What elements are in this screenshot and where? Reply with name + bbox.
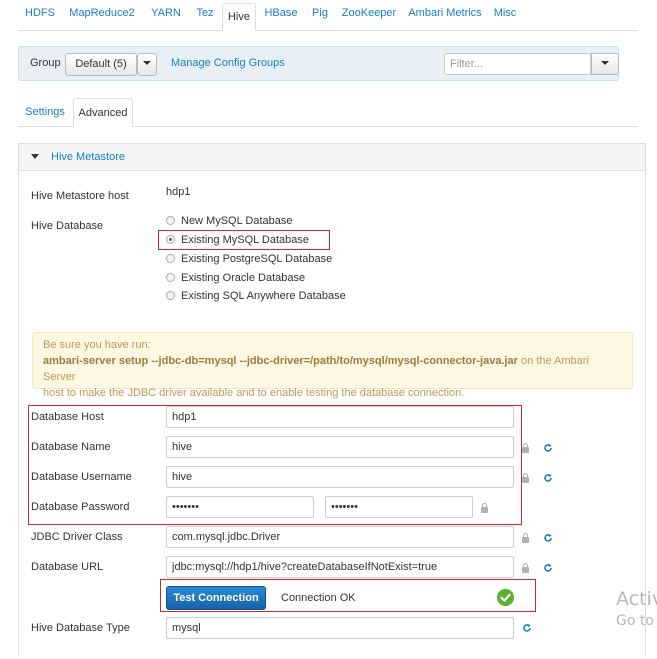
watermark-line1: Activ — [616, 588, 657, 610]
alert-line1: Be sure you have run: — [43, 339, 151, 351]
refresh-icon[interactable] — [543, 563, 553, 573]
alert-line3: host to make the JDBC driver available a… — [43, 387, 465, 399]
db-url-label: Database URL — [31, 561, 104, 573]
panel-header[interactable]: Hive Metastore — [19, 144, 645, 171]
db-username-input[interactable]: hive — [166, 466, 514, 488]
radio-button-icon — [166, 254, 175, 263]
manage-config-groups-link[interactable]: Manage Config Groups — [171, 57, 285, 69]
collapse-triangle-icon — [31, 154, 39, 159]
radio-label: Existing Oracle Database — [181, 272, 306, 284]
panel-title: Hive Metastore — [51, 151, 125, 163]
connection-status-text: Connection OK — [281, 592, 356, 604]
lock-icon — [481, 503, 488, 513]
jdbc-setup-alert: Be sure you have run: ambari-server setu… — [32, 332, 633, 399]
watermark-line2: Go to — [616, 613, 654, 629]
group-dropdown-toggle[interactable] — [137, 53, 157, 76]
caret-down-icon — [601, 61, 609, 66]
radio-label: New MySQL Database — [181, 215, 293, 227]
refresh-icon[interactable] — [543, 443, 553, 453]
db-password-label: Database Password — [31, 501, 130, 513]
db-name-label: Database Name — [31, 441, 111, 453]
check-circle-icon — [497, 589, 514, 606]
filter-input[interactable]: Filter... — [444, 53, 591, 75]
refresh-icon[interactable] — [543, 473, 553, 483]
tab-ambari-metrics[interactable]: Ambari Metrics — [406, 0, 484, 28]
radio-existing-postgresql[interactable]: Existing PostgreSQL Database — [166, 253, 332, 269]
jdbc-driver-label: JDBC Driver Class — [31, 531, 123, 543]
db-type-input[interactable]: mysql — [166, 617, 514, 639]
caret-down-icon — [143, 61, 151, 66]
radio-label: Existing SQL Anywhere Database — [181, 290, 346, 302]
tab-hdfs[interactable]: HDFS — [20, 0, 60, 28]
tab-zookeeper[interactable]: ZooKeeper — [339, 0, 399, 28]
tab-mapreduce2[interactable]: MapReduce2 — [66, 0, 138, 28]
radio-button-icon — [166, 216, 175, 225]
group-label: Group — [30, 57, 61, 69]
radio-button-selected-icon — [166, 235, 175, 244]
tab-hbase[interactable]: HBase — [261, 0, 301, 28]
tab-pig[interactable]: Pig — [307, 0, 333, 28]
radio-existing-oracle[interactable]: Existing Oracle Database — [166, 272, 305, 288]
db-url-input[interactable]: jdbc:mysql://hdp1/hive?createDatabaseIfN… — [166, 556, 514, 578]
db-host-input[interactable]: hdp1 — [166, 406, 514, 428]
db-password-confirm-input[interactable]: ••••••• — [325, 496, 473, 518]
tab-hive[interactable]: Hive — [222, 3, 256, 31]
db-host-label: Database Host — [31, 411, 104, 423]
jdbc-driver-input[interactable]: com.mysql.jdbc.Driver — [166, 526, 514, 548]
radio-button-icon — [166, 291, 175, 300]
radio-existing-sql-anywhere[interactable]: Existing SQL Anywhere Database — [166, 290, 346, 306]
lock-icon — [522, 443, 529, 453]
radio-existing-mysql[interactable]: Existing MySQL Database — [166, 234, 309, 250]
radio-button-icon — [166, 273, 175, 282]
db-password-input[interactable]: ••••••• — [166, 496, 314, 518]
db-name-input[interactable]: hive — [166, 436, 514, 458]
tab-yarn[interactable]: YARN — [146, 0, 186, 28]
tab-advanced[interactable]: Advanced — [73, 98, 133, 127]
alert-line2: ambari-server setup --jdbc-db=mysql --jd… — [43, 353, 622, 385]
filter-dropdown-toggle[interactable] — [591, 53, 619, 75]
alert-command: ambari-server setup --jdbc-db=mysql --jd… — [43, 355, 518, 367]
metastore-host-value: hdp1 — [166, 186, 191, 198]
lock-icon — [522, 563, 529, 573]
lock-icon — [522, 533, 529, 543]
refresh-icon[interactable] — [543, 533, 553, 543]
lock-icon — [522, 473, 529, 483]
metastore-host-label: Hive Metastore host — [31, 190, 129, 202]
refresh-icon[interactable] — [522, 623, 532, 633]
test-connection-button[interactable]: Test Connection — [166, 586, 266, 610]
db-username-label: Database Username — [31, 471, 132, 483]
radio-label: Existing MySQL Database — [181, 234, 309, 246]
radio-label: Existing PostgreSQL Database — [181, 253, 333, 265]
group-select-button[interactable]: Default (5) — [65, 53, 137, 76]
tab-tez[interactable]: Tez — [192, 0, 218, 28]
hive-database-label: Hive Database — [31, 220, 104, 232]
tab-misc[interactable]: Misc — [490, 0, 520, 28]
radio-new-mysql[interactable]: New MySQL Database — [166, 215, 292, 231]
db-type-label: Hive Database Type — [31, 622, 130, 634]
tab-settings[interactable]: Settings — [22, 98, 68, 127]
